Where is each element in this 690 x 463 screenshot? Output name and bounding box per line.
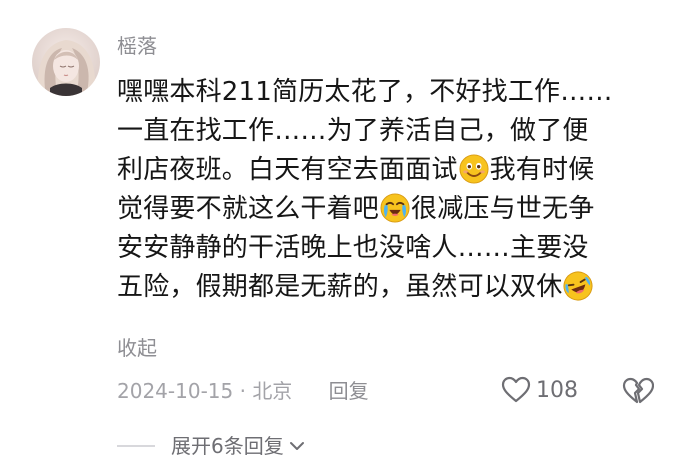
comment-meta: 2024-10-15 · 北京 回复 [117, 377, 369, 405]
avatar[interactable] [32, 28, 100, 96]
chevron-down-icon [289, 442, 304, 450]
username[interactable]: 榣落 [117, 32, 157, 60]
heart-icon [501, 376, 531, 403]
expand-replies-button[interactable]: 展开6条回复 [117, 432, 306, 460]
comment-text-segment: 嘿嘿本科211简历太花了，不好找工作…… [117, 77, 613, 107]
comment-text-segment: 觉得要不就这么干着吧 [117, 194, 380, 224]
divider-line [117, 445, 155, 447]
comment-location: 北京 [252, 379, 293, 403]
comment-line: 嘿嘿本科211简历太花了，不好找工作…… [117, 73, 677, 112]
comment-text-segment: 利店夜班。白天有空去面面试 [117, 155, 458, 185]
crying-emoji-icon [380, 193, 410, 223]
comment-text-segment: 我有时候 [489, 155, 595, 185]
comment-line: 一直在找工作……为了养活自己，做了便 [117, 112, 677, 151]
rofl-emoji-icon [563, 271, 593, 301]
comment-text: 嘿嘿本科211简历太花了，不好找工作…… 一直在找工作……为了养活自己，做了便 … [117, 73, 677, 307]
reply-button[interactable]: 回复 [329, 379, 369, 403]
like-button[interactable]: 108 [500, 374, 578, 406]
comment-text-segment: 一直在找工作……为了养活自己，做了便 [117, 116, 589, 146]
comment-text-segment: 安安静静的干活晚上也没啥人……主要没 [117, 233, 589, 263]
comment-line: 觉得要不就这么干着吧 很减压与世无争 [117, 190, 677, 229]
smile-emoji-icon [459, 154, 489, 184]
comment-line: 五险，假期都是无薪的，虽然可以双休 [117, 268, 677, 307]
comment-line: 安安静静的干活晚上也没啥人……主要没 [117, 229, 677, 268]
dislike-button[interactable] [622, 375, 655, 407]
meta-separator: · [239, 379, 246, 403]
like-count: 108 [536, 377, 578, 403]
broken-heart-icon [622, 377, 655, 404]
comment-text-segment: 五险，假期都是无薪的，虽然可以双休 [117, 272, 563, 302]
comment-date: 2024-10-15 [117, 379, 234, 403]
comment-line: 利店夜班。白天有空去面面试 我有时候 [117, 151, 677, 190]
comment-text-segment: 很减压与世无争 [411, 194, 595, 224]
expand-replies-label: 展开6条回复 [171, 434, 284, 458]
collapse-button[interactable]: 收起 [117, 334, 157, 362]
avatar-portrait-image [32, 28, 100, 96]
